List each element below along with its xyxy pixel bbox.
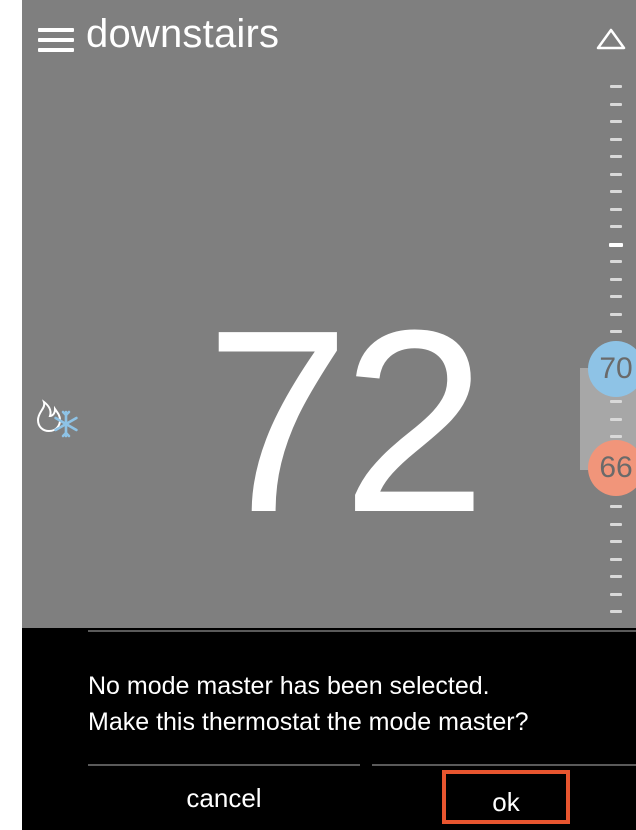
scale-tick bbox=[610, 260, 622, 263]
dialog-message: No mode master has been selected. Make t… bbox=[88, 672, 529, 736]
scale-tick bbox=[610, 295, 622, 298]
scale-tick bbox=[610, 312, 622, 316]
scale-tick bbox=[610, 400, 622, 403]
thermostat-screen: downstairs 70 66 72 No mode master has b… bbox=[22, 0, 636, 830]
heat-cool-mode-icon[interactable] bbox=[30, 396, 86, 440]
scale-tick bbox=[610, 505, 622, 508]
scale-tick bbox=[610, 172, 622, 176]
scale-tick bbox=[610, 207, 622, 211]
hamburger-menu-icon[interactable] bbox=[38, 28, 74, 54]
scale-tick bbox=[610, 435, 622, 438]
scale-tick bbox=[610, 610, 622, 613]
dialog-divider bbox=[88, 630, 636, 632]
button-divider-left bbox=[88, 764, 360, 766]
cool-setpoint-handle[interactable]: 70 bbox=[588, 341, 636, 397]
scale-tick bbox=[610, 557, 622, 561]
cancel-button[interactable]: cancel bbox=[88, 770, 360, 826]
scale-tick bbox=[610, 330, 622, 333]
triangle-up-icon[interactable] bbox=[596, 28, 626, 50]
scale-tick bbox=[610, 277, 622, 281]
current-temperature: 72 bbox=[205, 277, 486, 567]
scale-tick bbox=[610, 592, 622, 596]
scale-tick bbox=[610, 120, 622, 123]
scale-tick bbox=[610, 190, 622, 193]
scale-tick bbox=[610, 417, 622, 421]
scale-tick bbox=[610, 85, 622, 88]
scale-tick bbox=[610, 102, 622, 106]
thermostat-name: downstairs bbox=[86, 12, 280, 56]
scale-tick bbox=[610, 575, 622, 578]
ok-button[interactable]: ok bbox=[442, 770, 570, 824]
scale-tick bbox=[610, 137, 622, 141]
button-divider-right bbox=[372, 764, 636, 766]
heat-setpoint-handle[interactable]: 66 bbox=[588, 440, 636, 496]
scale-tick bbox=[610, 225, 622, 228]
scale-tick bbox=[610, 155, 622, 158]
scale-tick bbox=[610, 540, 622, 543]
scale-tick bbox=[609, 242, 623, 247]
scale-tick bbox=[610, 522, 622, 526]
mode-master-dialog: No mode master has been selected. Make t… bbox=[22, 628, 636, 830]
